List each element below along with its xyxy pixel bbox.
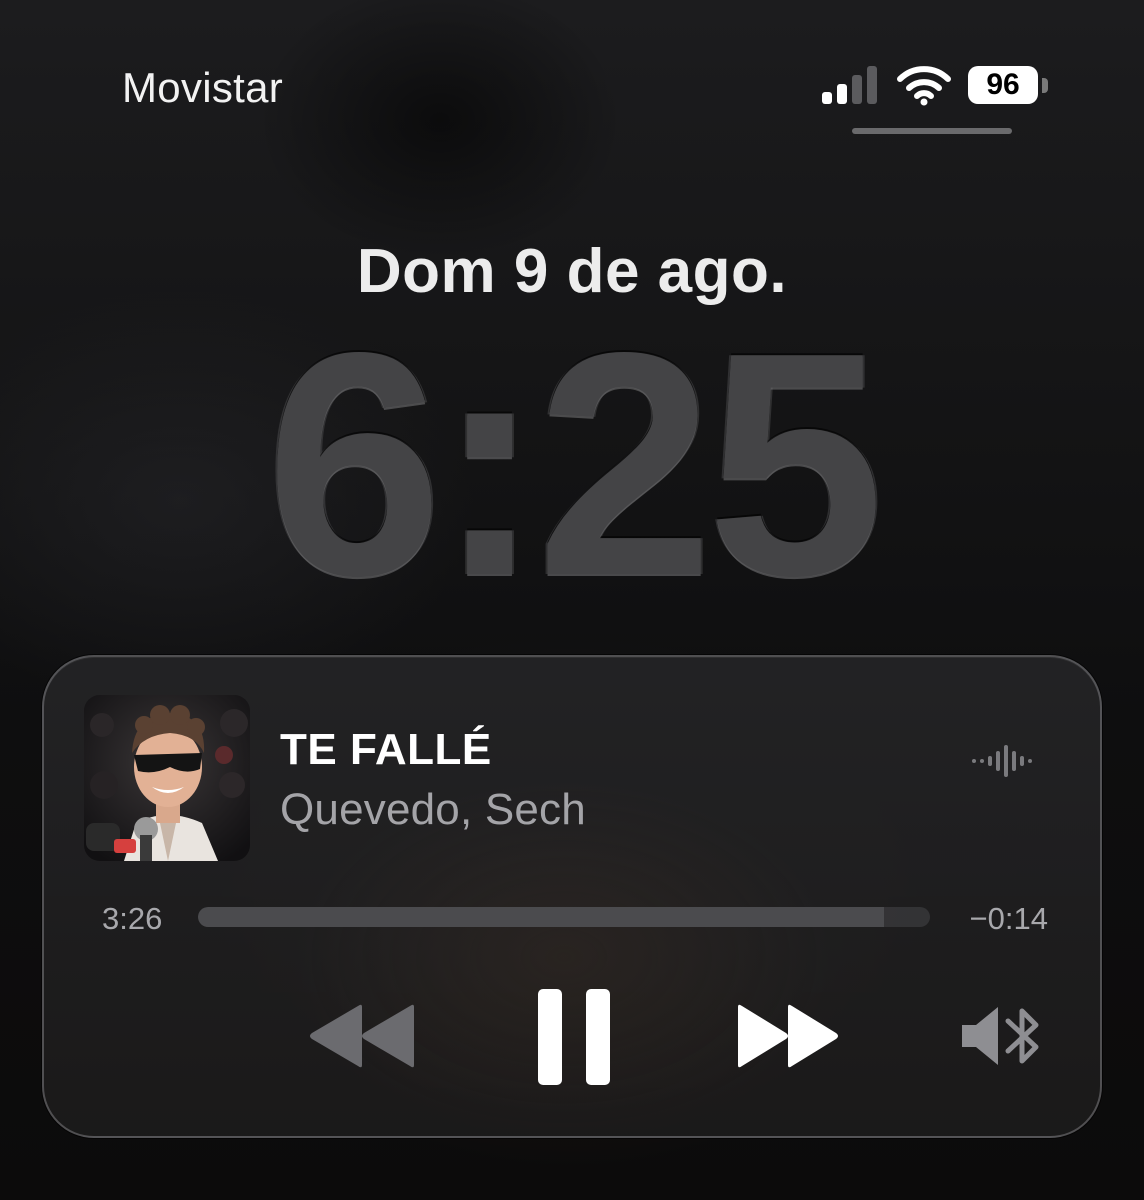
elapsed-time: 3:26 xyxy=(102,901,163,936)
pause-icon[interactable] xyxy=(536,987,612,1087)
rewind-icon[interactable] xyxy=(306,1003,418,1069)
track-title[interactable]: TE FALLÉ xyxy=(280,725,492,775)
battery-cap xyxy=(1042,78,1048,93)
playback-scrubber[interactable] xyxy=(198,907,930,927)
lock-screen-clock: 6:25 xyxy=(265,287,884,642)
track-artist[interactable]: Quevedo, Sech xyxy=(280,785,586,835)
remaining-time: −0:14 xyxy=(969,901,1048,936)
album-artwork[interactable] xyxy=(84,695,250,861)
fast-forward-icon[interactable] xyxy=(736,1003,842,1069)
audio-waveform-icon[interactable] xyxy=(972,743,1036,779)
notification-indicator[interactable] xyxy=(852,128,1012,134)
battery-icon: 96 xyxy=(968,66,1052,106)
wifi-icon xyxy=(897,66,951,106)
signal-icon xyxy=(822,66,877,104)
battery-level: 96 xyxy=(968,66,1038,104)
lock-screen: Movistar 96 Dom 9 de ago. 6:25 TE FALLÉ … xyxy=(0,0,1144,1200)
bluetooth-audio-icon[interactable] xyxy=(960,1003,1046,1069)
playback-progress-fill xyxy=(198,907,884,927)
now-playing-widget[interactable]: TE FALLÉ Quevedo, Sech 3:26 −0:14 xyxy=(42,655,1102,1138)
carrier-name: Movistar xyxy=(122,64,284,111)
